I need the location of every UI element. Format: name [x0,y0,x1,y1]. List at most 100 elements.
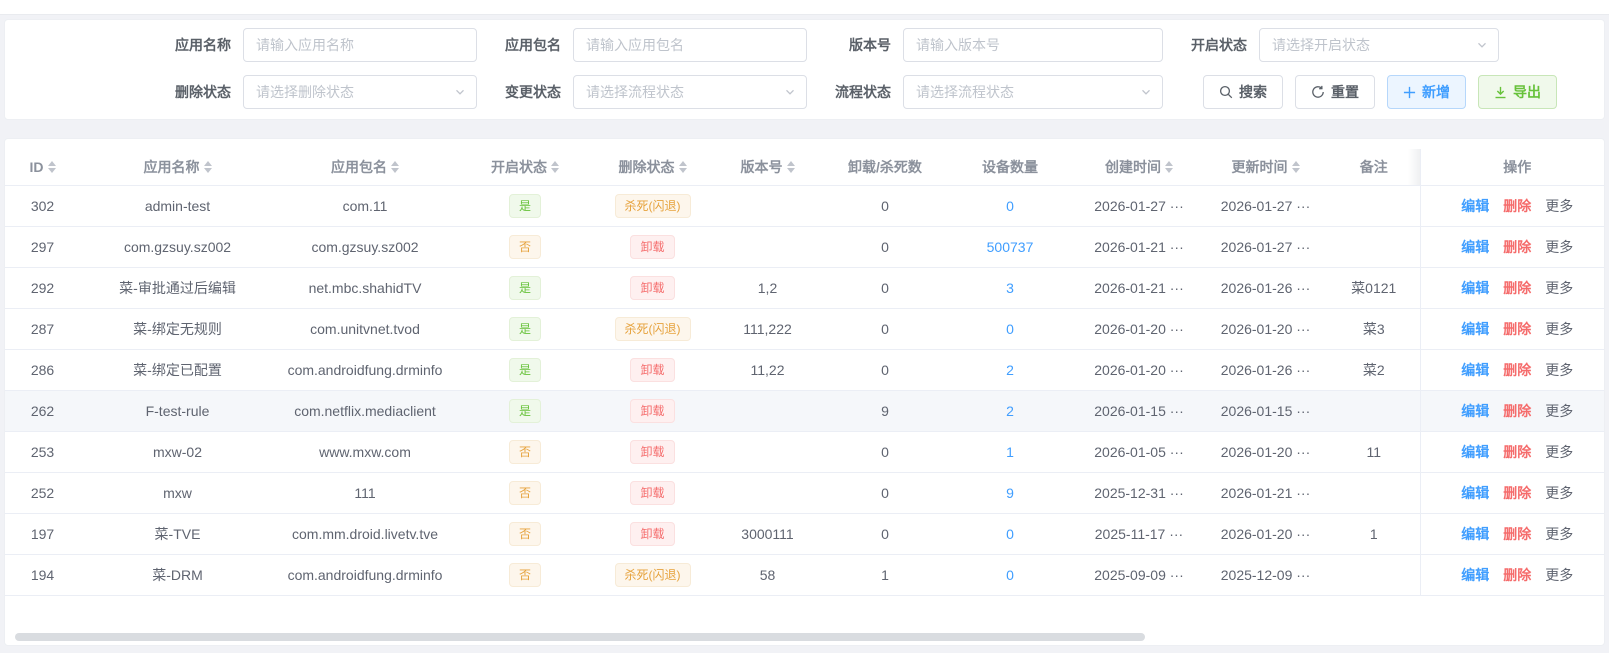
column-header-id[interactable]: ID [5,149,80,186]
action-delete-link[interactable]: 删除 [1503,280,1531,296]
action-delete-link[interactable]: 删除 [1503,444,1531,460]
cell-enabled-status: 是 [455,267,595,309]
action-delete-link[interactable]: 删除 [1503,198,1531,214]
search-button[interactable]: 搜索 [1203,75,1283,109]
cell-uninstall-kill-count: 0 [825,226,945,268]
action-more-link[interactable]: 更多 [1545,485,1573,501]
action-more-link[interactable]: 更多 [1545,321,1573,337]
version-label: 版本号 [849,37,891,53]
cell-actions: 编辑 删除 更多 [1419,431,1604,473]
action-delete-link[interactable]: 删除 [1503,567,1531,583]
horizontal-scrollbar-thumb[interactable] [15,633,1145,641]
status-badge: 卸载 [630,358,675,382]
cell-created-time: 2026-01-21 ··· [1075,267,1203,309]
refresh-icon [1311,85,1325,99]
sort-caret-icon[interactable] [47,161,56,173]
device-count-link[interactable]: 500737 [987,239,1034,255]
action-edit-link[interactable]: 编辑 [1461,567,1489,583]
cell-updated-time: 2026-01-21 ··· [1203,472,1328,514]
top-bar [0,0,1609,15]
sort-caret-icon[interactable] [391,161,399,173]
action-delete-link[interactable]: 删除 [1503,239,1531,255]
column-header-remark: 备注 [1328,149,1420,186]
status-badge: 杀死(闪退) [614,317,691,341]
action-edit-link[interactable]: 编辑 [1461,280,1489,296]
column-header-name[interactable]: 应用名称 [80,149,275,186]
action-edit-link[interactable]: 编辑 [1461,444,1489,460]
action-edit-link[interactable]: 编辑 [1461,321,1489,337]
action-edit-link[interactable]: 编辑 [1461,239,1489,255]
device-count-link[interactable]: 0 [1006,526,1014,542]
action-delete-link[interactable]: 删除 [1503,321,1531,337]
column-label-updated: 更新时间 [1231,159,1288,175]
action-more-link[interactable]: 更多 [1545,403,1573,419]
column-header-created[interactable]: 创建时间 [1075,149,1203,186]
sort-caret-icon[interactable] [551,161,559,173]
cell-device-count: 2 [945,390,1075,432]
version-input[interactable] [903,28,1163,62]
device-count-link[interactable]: 0 [1006,198,1014,214]
device-count-link[interactable]: 2 [1006,403,1014,419]
action-more-link[interactable]: 更多 [1545,198,1573,214]
column-header-version[interactable]: 版本号 [710,149,825,186]
table-panel: ID 应用名称 应用包名 开启状态 删除状态 版本号 卸载/杀死数 设备数量 创建时间 更新时间 备… [4,138,1605,646]
enable-status-select[interactable]: 请选择开启状态 [1259,28,1499,62]
page: { "colors": { "primary": "#409eff", "suc… [0,0,1609,653]
cell-delete-status: 杀死(闪退) [595,308,710,350]
action-edit-link[interactable]: 编辑 [1461,485,1489,501]
cell-enabled-status: 否 [455,554,595,596]
change-status-select[interactable]: 请选择流程状态 [573,75,807,109]
cell-device-count: 0 [945,513,1075,555]
cell-id: 262 [5,390,80,432]
action-more-link[interactable]: 更多 [1545,567,1573,583]
add-button[interactable]: 新增 [1387,75,1466,109]
action-delete-link[interactable]: 删除 [1503,485,1531,501]
device-count-link[interactable]: 9 [1006,485,1014,501]
status-badge: 卸载 [630,235,675,259]
reset-button-label: 重置 [1331,84,1359,100]
cell-app-name: F-test-rule [80,390,275,432]
column-header-package[interactable]: 应用包名 [275,149,455,186]
action-edit-link[interactable]: 编辑 [1461,526,1489,542]
reset-button[interactable]: 重置 [1295,75,1375,109]
action-edit-link[interactable]: 编辑 [1461,403,1489,419]
device-count-link[interactable]: 2 [1006,362,1014,378]
sort-caret-icon[interactable] [203,161,212,173]
device-count-link[interactable]: 1 [1006,444,1014,460]
device-count-link[interactable]: 0 [1006,321,1014,337]
action-delete-link[interactable]: 删除 [1503,403,1531,419]
action-delete-link[interactable]: 删除 [1503,526,1531,542]
delete-status-select[interactable]: 请选择删除状态 [243,75,477,109]
action-delete-link[interactable]: 删除 [1503,362,1531,378]
action-more-link[interactable]: 更多 [1545,444,1573,460]
cell-version [710,431,825,473]
column-label-remark: 备注 [1359,159,1388,175]
column-header-enabled[interactable]: 开启状态 [455,149,595,186]
enable-status-label: 开启状态 [1191,37,1247,53]
action-edit-link[interactable]: 编辑 [1461,198,1489,214]
status-badge: 否 [508,235,541,259]
sort-caret-icon[interactable] [786,161,795,173]
sort-caret-icon[interactable] [678,161,687,173]
sort-caret-icon[interactable] [1165,161,1173,173]
column-header-delstate[interactable]: 删除状态 [595,149,710,186]
cell-delete-status: 杀死(闪退) [595,554,710,596]
action-more-link[interactable]: 更多 [1545,239,1573,255]
process-status-form-item: 流程状态 请选择流程状态 [807,75,1163,109]
change-status-placeholder: 请选择流程状态 [586,84,684,100]
action-more-link[interactable]: 更多 [1545,526,1573,542]
device-count-link[interactable]: 0 [1006,567,1014,583]
process-status-select[interactable]: 请选择流程状态 [903,75,1163,109]
table-row: 302 admin-test com.11 是 杀死(闪退) 0 0 2026-01-27 ·… [5,185,1604,227]
app-package-input[interactable] [573,28,807,62]
export-button[interactable]: 导出 [1478,75,1557,109]
column-header-updated[interactable]: 更新时间 [1203,149,1328,186]
action-more-link[interactable]: 更多 [1545,280,1573,296]
status-badge: 否 [508,481,541,505]
sort-caret-icon[interactable] [1291,161,1300,173]
app-name-input[interactable] [243,28,477,62]
action-edit-link[interactable]: 编辑 [1461,362,1489,378]
device-count-link[interactable]: 3 [1006,280,1014,296]
action-more-link[interactable]: 更多 [1545,362,1573,378]
search-button-label: 搜索 [1239,84,1267,100]
